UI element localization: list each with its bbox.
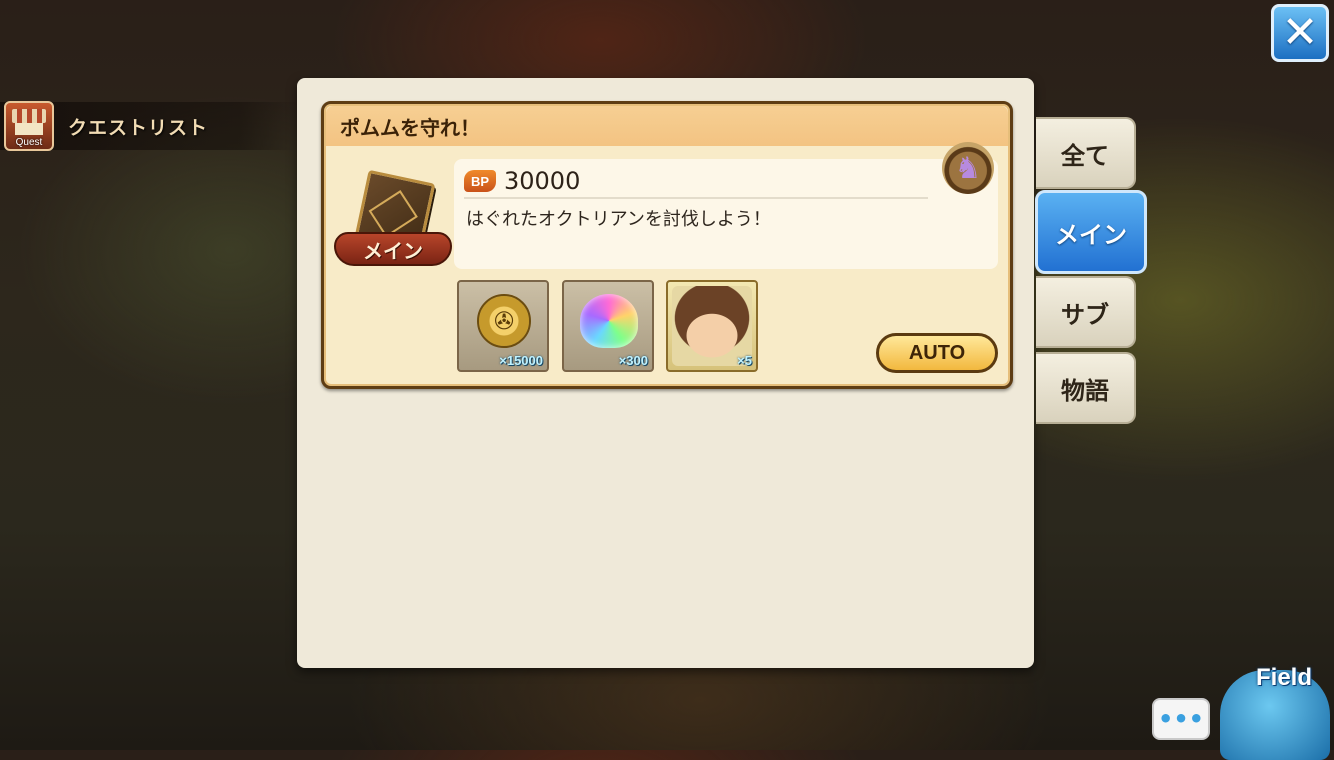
reward-slot-gem[interactable]: ×300 [562, 280, 654, 372]
quest-card-header: ポムムを守れ！ [326, 106, 1008, 146]
tab-main[interactable]: メイン [1035, 190, 1147, 274]
quest-card[interactable]: ポムムを守れ！ メイン BP 30000 はぐれたオクトリアンを討伐しよう！ ♞… [321, 101, 1013, 389]
tab-story[interactable]: 物語 [1036, 352, 1136, 424]
reward-count: ×5 [737, 353, 752, 368]
reward-count: ×300 [618, 353, 648, 368]
auto-button[interactable]: AUTO [876, 333, 998, 373]
rabbit-emblem-icon: ♞ [942, 142, 994, 194]
bp-value: 30000 [504, 167, 581, 195]
reward-slot-gold[interactable]: ✇ ×15000 [457, 280, 549, 372]
chat-icon: ••• [1157, 705, 1205, 733]
field-button[interactable]: Field [1220, 660, 1334, 760]
quest-title: ポムムを守れ！ [340, 115, 480, 140]
quest-list-title: クエストリスト [68, 116, 209, 139]
rainbow-gem-icon [580, 294, 638, 348]
category-ribbon: メイン [334, 232, 452, 266]
quest-icon-roof [12, 109, 46, 123]
close-icon: ✕ [1281, 7, 1319, 58]
reward-count: ×15000 [499, 353, 543, 368]
quest-description: はぐれたオクトリアンを討伐しよう！ [466, 209, 771, 230]
main-quest-emblem: メイン [334, 169, 452, 272]
gold-coin-icon: ✇ [477, 294, 531, 348]
reward-slot-character[interactable]: ×5 [666, 280, 758, 372]
quest-info-box: BP 30000 はぐれたオクトリアンを討伐しよう！ [454, 159, 998, 269]
quest-icon-building [15, 123, 43, 135]
bp-row: BP 30000 [464, 165, 928, 199]
close-button[interactable]: ✕ [1271, 4, 1329, 62]
quest-list-header: Quest クエストリスト [0, 101, 300, 151]
chat-button[interactable]: ••• [1152, 698, 1210, 740]
tab-all[interactable]: 全て [1036, 117, 1136, 189]
quest-icon-label: Quest [15, 137, 43, 148]
tab-sub[interactable]: サブ [1036, 276, 1136, 348]
bp-icon: BP [464, 170, 496, 192]
field-label: Field [1256, 664, 1313, 691]
quest-icon[interactable]: Quest [4, 101, 54, 151]
